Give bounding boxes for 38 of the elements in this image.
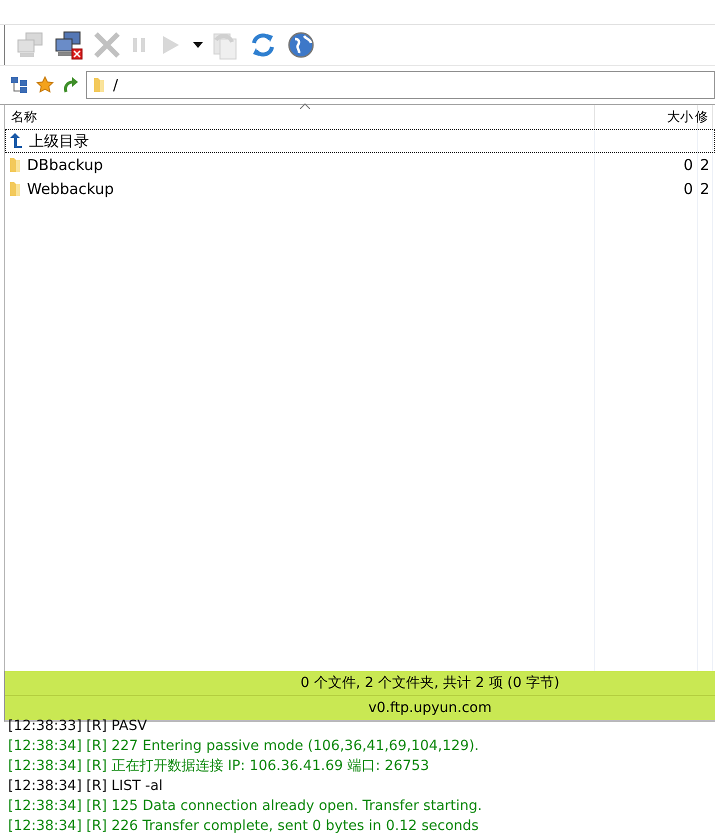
host-text: v0.ftp.upyun.com (368, 700, 492, 716)
sort-caret-icon (300, 103, 310, 109)
refresh-icon (249, 31, 277, 59)
file-name: DBbackup (27, 156, 104, 174)
table-cell: 2 (700, 156, 710, 174)
address-field[interactable]: / (86, 71, 715, 99)
log-line: [12:38:34] [R] 正在打开数据连接 IP: 106.36.41.69 端口: 26753 (8, 757, 430, 776)
log-line: [12:38:33] [R] PASV (8, 717, 148, 736)
file-name: Webbackup (27, 180, 114, 198)
globe-icon (287, 31, 315, 59)
folder-icon (93, 77, 105, 93)
log-line: [12:38:34] [R] LIST -al (8, 777, 164, 796)
file-size: 0 (683, 180, 693, 198)
summary-text: 0 个文件, 2 个文件夹, 共计 2 项 (0 字节) (300, 674, 560, 692)
file-row[interactable]: Webbackup 0 2 (5, 177, 715, 201)
tree-view-button[interactable] (8, 74, 30, 96)
curved-arrow-icon (63, 76, 79, 94)
file-name: 上级目录 (29, 132, 89, 150)
file-row[interactable]: DBbackup 0 2 (5, 153, 715, 177)
folder-icon (9, 157, 21, 173)
pause-icon (131, 37, 147, 53)
computers-disconnect-icon (54, 30, 84, 60)
table-cell: 2 (700, 180, 710, 198)
cross-icon (92, 30, 122, 60)
log-line: [12:38:34] [R] 227 Entering passive mode (106,36,41,69,104,129). (8, 737, 480, 756)
file-row[interactable]: 上级目录 (5, 129, 715, 153)
log-line: [12:38:34] [R] 125 Data connection already open. Transfer starting. (8, 797, 484, 816)
path-text: / (113, 76, 118, 94)
caret-icon (193, 42, 203, 48)
file-size: 0 (683, 156, 693, 174)
folder-icon (9, 181, 21, 197)
tree-icon (10, 76, 28, 94)
up-arrow-icon (9, 133, 23, 149)
log-line: [12:38:34] [R] 226 Transfer complete, sent 0 bytes in 0.12 seconds (8, 817, 480, 834)
play-icon (162, 35, 180, 55)
star-icon (36, 76, 54, 94)
column-header[interactable]: 名称 (5, 105, 595, 129)
disconnect-button[interactable] (53, 29, 85, 61)
